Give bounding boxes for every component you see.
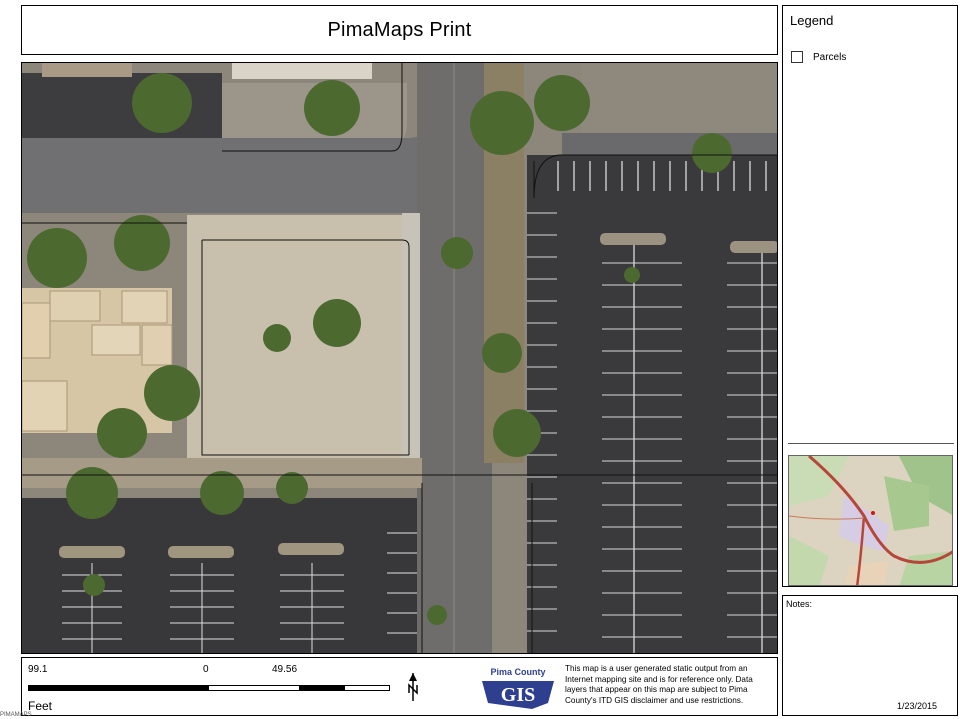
map-title: PimaMaps Print: [327, 18, 472, 41]
checkbox-icon[interactable]: [791, 51, 803, 63]
legend-title: Legend: [790, 13, 834, 28]
aerial-imagery[interactable]: [22, 63, 778, 654]
logo-top-text: Pima County: [490, 667, 545, 677]
legend-item-label: Parcels: [813, 51, 847, 63]
scale-segment-black-2: [299, 686, 345, 690]
overview-map[interactable]: [788, 455, 953, 586]
notes-panel: Notes: 1/23/2015: [782, 595, 958, 716]
scale-segment-white: [209, 686, 299, 690]
disclaimer-text: This map is a user generated static outp…: [565, 664, 753, 705]
legend-item-parcels[interactable]: Parcels: [791, 51, 846, 63]
gis-logo-icon: Pima County GIS: [482, 667, 554, 709]
logo-main-text: GIS: [501, 684, 535, 706]
legend-divider: [788, 443, 954, 444]
north-arrow-icon: [408, 673, 418, 701]
title-box: PimaMaps Print: [21, 5, 778, 55]
scale-bar: [28, 685, 390, 691]
notes-label: Notes:: [786, 599, 813, 609]
pima-county-gis-logo: Pima County GIS: [478, 665, 558, 711]
scale-right-label: 49.56: [272, 664, 298, 675]
legend-panel: Legend Parcels: [782, 5, 958, 587]
footer-tag: PIMAMAPS: [0, 712, 32, 718]
scale-panel: 99.1 0 49.56 Feet Pima County GIS This m…: [21, 657, 778, 716]
scale-zero-label: 0: [203, 664, 209, 675]
overview-map-image: [789, 456, 952, 585]
scale-segment-black: [29, 686, 209, 690]
scale-units: Feet: [28, 699, 53, 713]
print-date: 1/23/2015: [896, 701, 937, 711]
scale-segment-white-2: [345, 686, 389, 690]
aerial-map[interactable]: [21, 62, 778, 654]
scale-left-label: 99.1: [28, 664, 48, 675]
